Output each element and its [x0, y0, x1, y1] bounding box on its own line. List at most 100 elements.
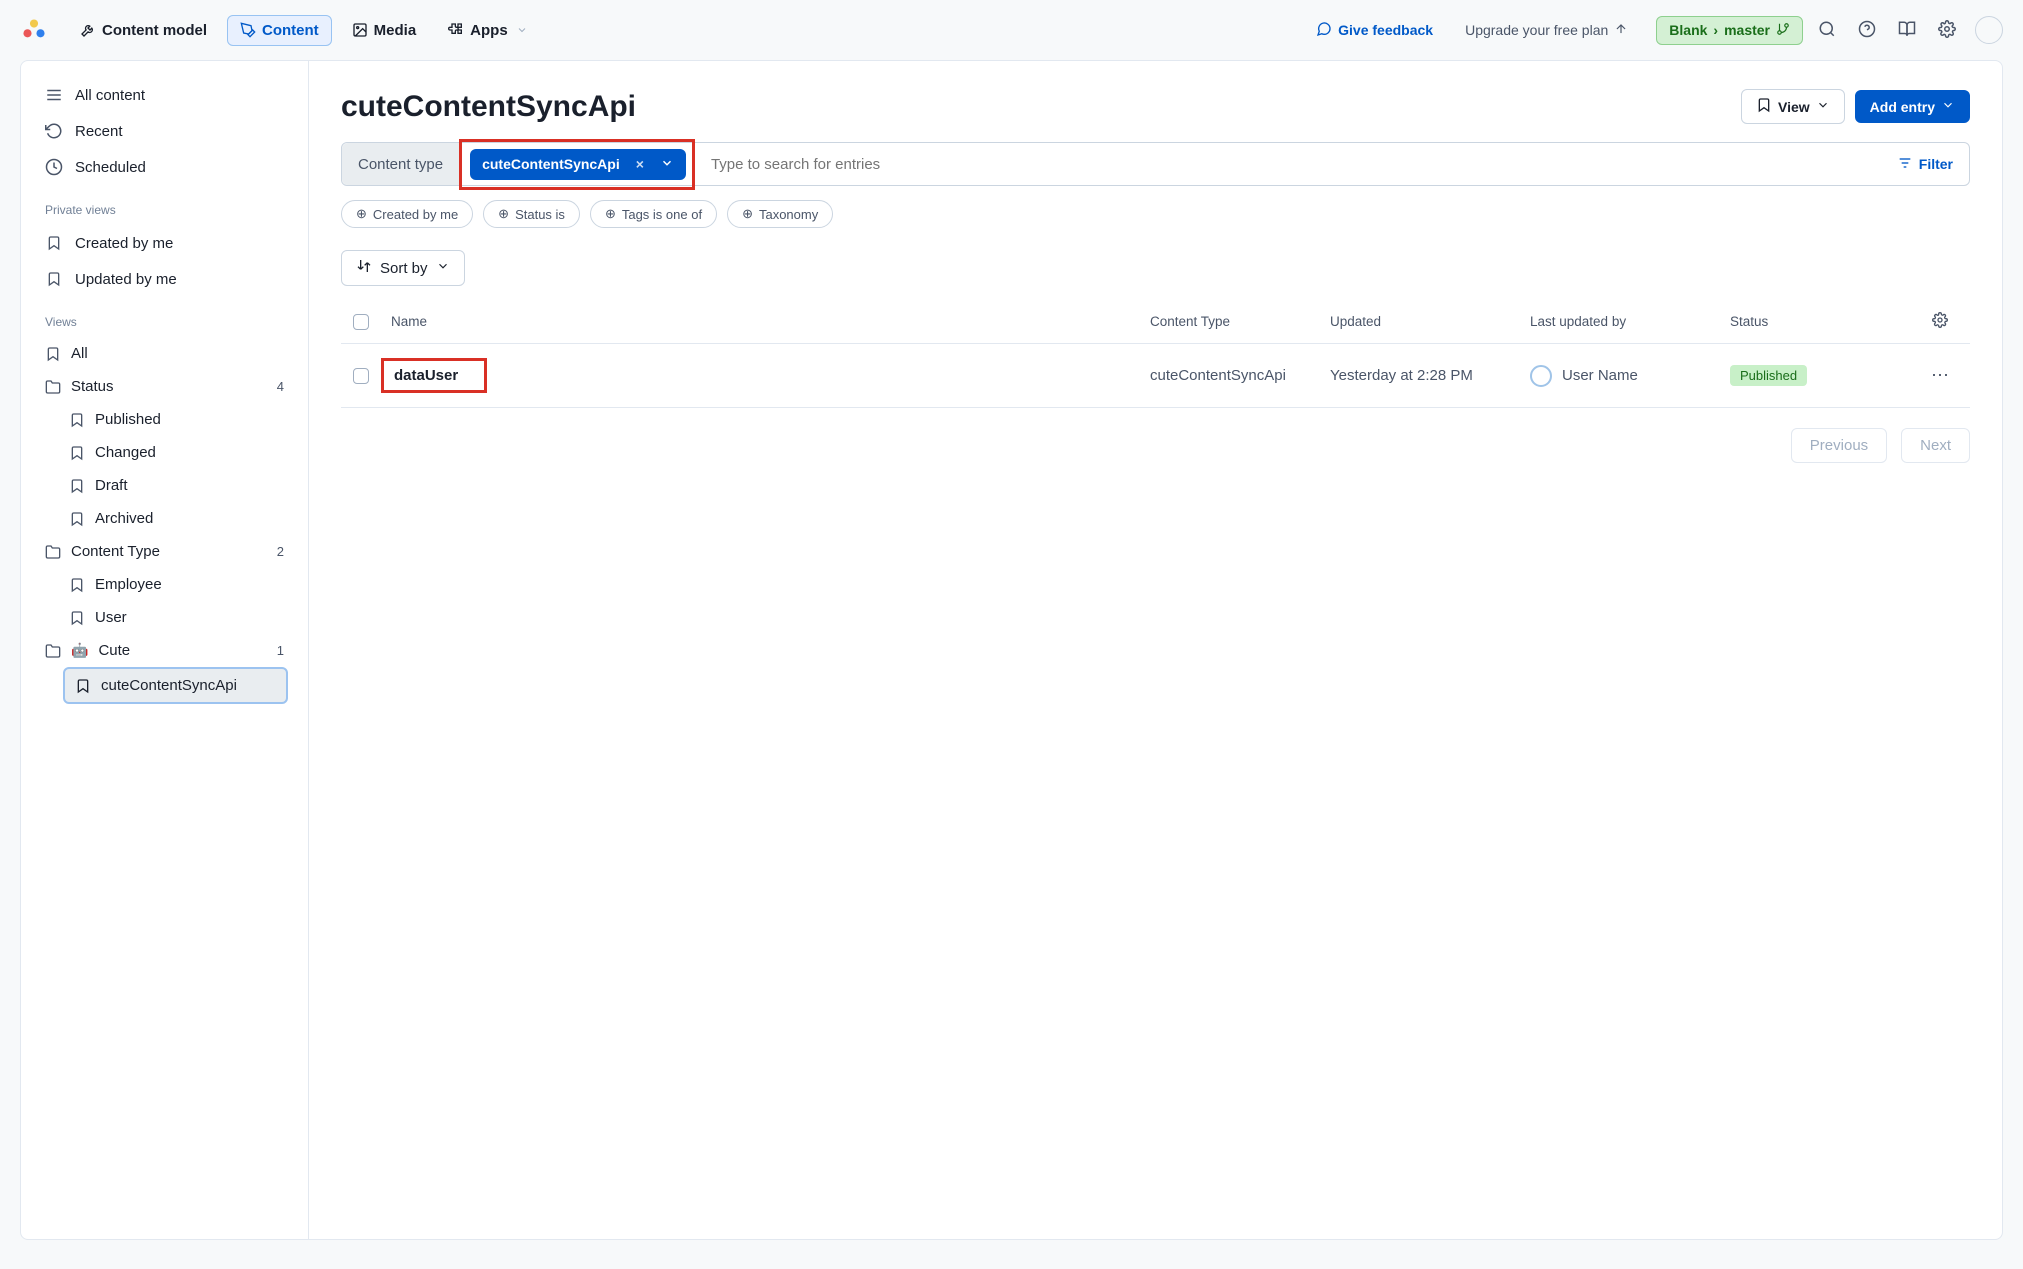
select-all-checkbox[interactable]	[353, 314, 369, 330]
filter-button[interactable]: Filter	[1881, 155, 1969, 174]
chevron-down-icon	[1816, 98, 1830, 115]
nav-media[interactable]: Media	[340, 16, 429, 45]
table-settings-button[interactable]	[1910, 312, 1970, 331]
chip-tags[interactable]: ⊕ Tags is one of	[590, 200, 717, 228]
bookmark-icon	[69, 511, 85, 527]
table-row[interactable]: dataUser cuteContentSyncApi Yesterday at…	[341, 344, 1970, 408]
view-status-published[interactable]: Published	[21, 403, 308, 436]
filter-icon	[1897, 155, 1913, 174]
tree-count: 1	[277, 643, 284, 658]
plus-icon: ⊕	[356, 206, 367, 222]
tree-label: Published	[95, 411, 161, 428]
chevron-down-icon[interactable]	[660, 156, 674, 173]
help-button[interactable]	[1851, 14, 1883, 46]
sidebar-all-content[interactable]: All content	[21, 77, 308, 113]
row-actions-button[interactable]: ⋯	[1910, 365, 1970, 386]
history-icon	[45, 122, 63, 140]
sidebar-item-label: Recent	[75, 123, 123, 140]
chevron-down-icon	[436, 259, 450, 277]
view-status-archived[interactable]: Archived	[21, 502, 308, 535]
col-content-type[interactable]: Content Type	[1150, 314, 1330, 329]
view-cute-folder[interactable]: 🤖 Cute 1	[21, 634, 308, 667]
highlight-box-pill: cuteContentSyncApi ×	[459, 139, 695, 190]
entry-updated-by: User Name	[1562, 367, 1638, 384]
environment-selector[interactable]: Blank › master	[1656, 16, 1803, 45]
next-button[interactable]: Next	[1901, 428, 1970, 463]
search-input[interactable]	[695, 143, 1881, 185]
view-status-changed[interactable]: Changed	[21, 436, 308, 469]
sort-label: Sort by	[380, 260, 428, 277]
plus-icon: ⊕	[605, 206, 616, 222]
chip-taxonomy[interactable]: ⊕Taxonomy	[727, 200, 833, 228]
user-avatar-icon	[1530, 365, 1552, 387]
list-icon	[45, 86, 63, 104]
robot-icon: 🤖	[71, 642, 88, 659]
chip-created-by-me[interactable]: ⊕Created by me	[341, 200, 473, 228]
bookmark-icon	[45, 270, 63, 288]
col-updated-by[interactable]: Last updated by	[1530, 314, 1730, 329]
content-type-pill[interactable]: cuteContentSyncApi ×	[470, 149, 686, 180]
folder-open-icon	[45, 643, 61, 659]
add-entry-button[interactable]: Add entry	[1855, 90, 1970, 123]
bookmark-icon	[69, 577, 85, 593]
search-button[interactable]	[1811, 14, 1843, 46]
nav-label: Apps	[470, 22, 508, 39]
sidebar-item-label: Created by me	[75, 235, 173, 252]
button-label: Add entry	[1870, 99, 1935, 115]
chevron-right-icon: ›	[1713, 22, 1718, 38]
branch-icon	[1776, 22, 1790, 39]
env-space-label: Blank	[1669, 22, 1707, 38]
entry-content-type: cuteContentSyncApi	[1150, 367, 1330, 384]
previous-button[interactable]: Previous	[1791, 428, 1887, 463]
tree-label: Cute	[98, 642, 130, 659]
bookmark-icon	[69, 445, 85, 461]
view-button[interactable]: View	[1741, 89, 1845, 124]
nav-apps[interactable]: Apps	[436, 16, 542, 45]
chip-label: Status is	[515, 207, 565, 222]
settings-button[interactable]	[1931, 14, 1963, 46]
bookmark-icon	[1756, 97, 1772, 116]
tree-label: Employee	[95, 576, 162, 593]
give-feedback-link[interactable]: Give feedback	[1306, 21, 1443, 40]
sidebar-item-label: All content	[75, 87, 145, 104]
col-status[interactable]: Status	[1730, 314, 1910, 329]
close-icon[interactable]: ×	[636, 156, 644, 172]
sidebar: All content Recent Scheduled Private vie…	[21, 61, 309, 1239]
chip-label: Tags is one of	[622, 207, 702, 222]
tree-count: 2	[277, 544, 284, 559]
user-avatar[interactable]	[1975, 16, 2003, 44]
bookmark-icon	[45, 346, 61, 362]
private-views-heading: Private views	[21, 185, 308, 225]
col-updated[interactable]: Updated	[1330, 314, 1530, 329]
docs-button[interactable]	[1891, 14, 1923, 46]
view-cute-ccsa[interactable]: cuteContentSyncApi	[63, 667, 288, 704]
button-label: View	[1778, 99, 1810, 115]
gear-icon	[1938, 20, 1956, 41]
upgrade-link[interactable]: Upgrade your free plan	[1451, 22, 1642, 39]
tree-label: Changed	[95, 444, 156, 461]
nav-content[interactable]: Content	[227, 15, 332, 46]
nav-label: Content model	[102, 22, 207, 39]
sort-by-button[interactable]: Sort by	[341, 250, 465, 286]
sidebar-updated-by-me[interactable]: Updated by me	[21, 261, 308, 297]
chip-status-is[interactable]: ⊕Status is	[483, 200, 580, 228]
view-all[interactable]: All	[21, 337, 308, 370]
tree-label: Draft	[95, 477, 128, 494]
col-name[interactable]: Name	[391, 314, 1150, 329]
view-status-draft[interactable]: Draft	[21, 469, 308, 502]
nav-content-model[interactable]: Content model	[68, 16, 219, 45]
tree-label: Content Type	[71, 543, 160, 560]
view-ct-user[interactable]: User	[21, 601, 308, 634]
sidebar-scheduled[interactable]: Scheduled	[21, 149, 308, 185]
bookmark-icon	[75, 678, 91, 694]
view-content-type-folder[interactable]: Content Type 2	[21, 535, 308, 568]
book-icon	[1898, 20, 1916, 41]
app-logo[interactable]	[20, 16, 48, 44]
folder-open-icon	[45, 379, 61, 395]
filter-label: Filter	[1919, 156, 1953, 172]
sidebar-recent[interactable]: Recent	[21, 113, 308, 149]
view-status-folder[interactable]: Status 4	[21, 370, 308, 403]
sidebar-created-by-me[interactable]: Created by me	[21, 225, 308, 261]
row-checkbox[interactable]	[353, 368, 369, 384]
view-ct-employee[interactable]: Employee	[21, 568, 308, 601]
